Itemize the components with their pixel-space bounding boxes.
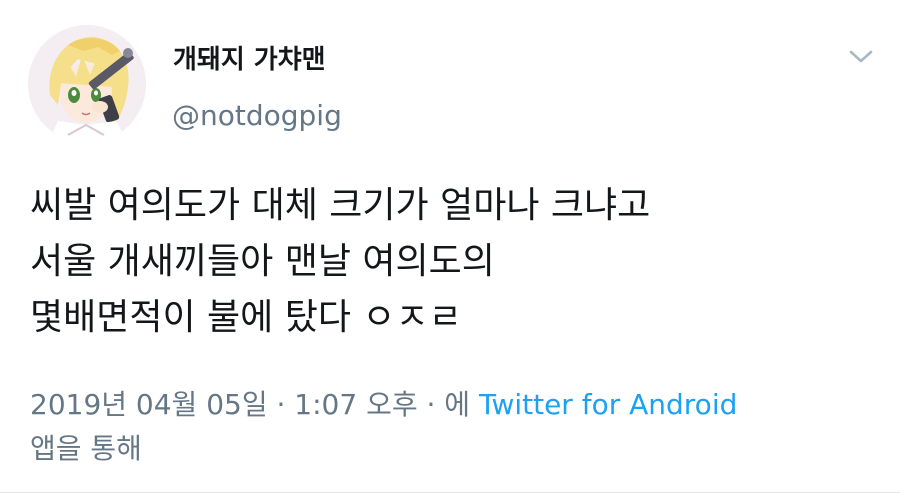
display-name[interactable]: 개돼지 가챠맨 [173,44,326,76]
divider [0,492,900,493]
tweet-line: 몇배면적이 불에 탔다 ㅇㅈㄹ [30,297,462,338]
tweet-line: 서울 개새끼들아 맨날 여의도의 [30,241,495,282]
user-handle[interactable]: @notdogpig [172,99,342,133]
source-suffix: 앱을 통해 [30,432,142,465]
timestamp-line: 2019년 04월 05일 · 1:07 오후 · 에 Twitter for … [30,383,880,427]
tweet-line: 씨발 여의도가 대체 크기가 얼마나 크냐고 [30,185,651,226]
chevron-down-icon[interactable] [848,48,874,66]
tweet-meta: 2019년 04월 05일 · 1:07 오후 · 에 Twitter for … [30,383,880,471]
avatar[interactable] [28,25,146,143]
anime-character-avatar-icon [28,25,146,143]
tweet-text: 씨발 여의도가 대체 크기가 얼마나 크냐고 서울 개새끼들아 맨날 여의도의 … [30,178,880,346]
timestamp[interactable]: 2019년 04월 05일 · 1:07 오후 · 에 [30,388,479,421]
source-link[interactable]: Twitter for Android [479,388,737,421]
